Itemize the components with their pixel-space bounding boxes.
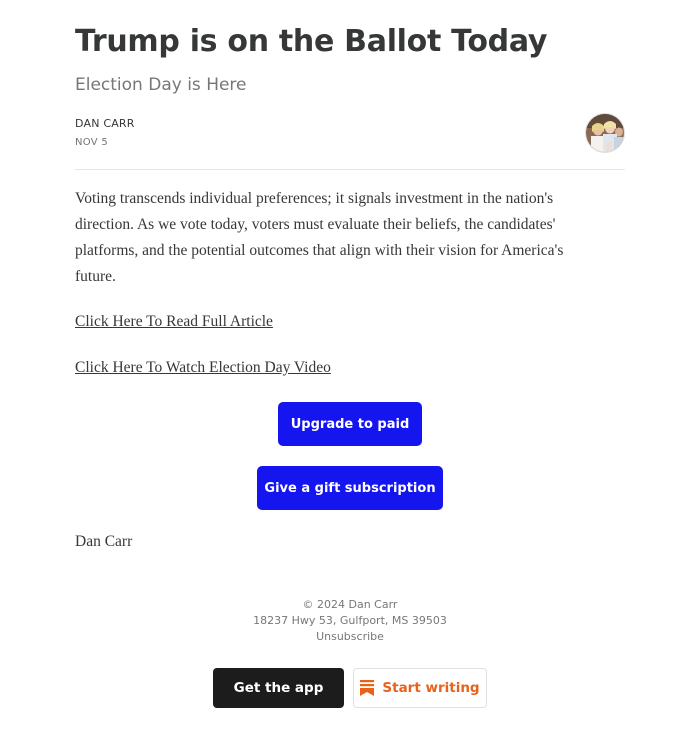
get-the-app-button[interactable]: Get the app xyxy=(213,668,344,708)
substack-bookmark-icon xyxy=(360,680,375,696)
footer-address: 18237 Hwy 53, Gulfport, MS 39503 xyxy=(253,614,447,627)
post-subtitle: Election Day is Here xyxy=(75,75,247,95)
watch-video-link[interactable]: Click Here To Watch Election Day Video xyxy=(75,359,331,377)
start-writing-label: Start writing xyxy=(382,680,480,696)
unsubscribe-link[interactable]: Unsubscribe xyxy=(316,630,384,643)
get-the-app-label: Get the app xyxy=(233,680,324,696)
post-date: NOV 5 xyxy=(75,137,109,148)
upgrade-to-paid-button[interactable]: Upgrade to paid xyxy=(278,402,422,446)
signature: Dan Carr xyxy=(75,533,133,550)
header-divider xyxy=(75,169,625,170)
avatar-image xyxy=(586,114,624,152)
gift-subscription-button[interactable]: Give a gift subscription xyxy=(257,466,443,510)
post-title: Trump is on the Ballot Today xyxy=(75,24,548,59)
footer: © 2024 Dan Carr 18237 Hwy 53, Gulfport, … xyxy=(0,597,700,645)
author-name[interactable]: DAN CARR xyxy=(75,117,135,130)
author-avatar[interactable] xyxy=(585,113,625,153)
footer-copyright: © 2024 Dan Carr xyxy=(302,598,398,611)
start-writing-button[interactable]: Start writing xyxy=(353,668,487,708)
post-body: Voting transcends individual preferences… xyxy=(75,190,564,285)
read-full-article-link[interactable]: Click Here To Read Full Article xyxy=(75,313,273,331)
